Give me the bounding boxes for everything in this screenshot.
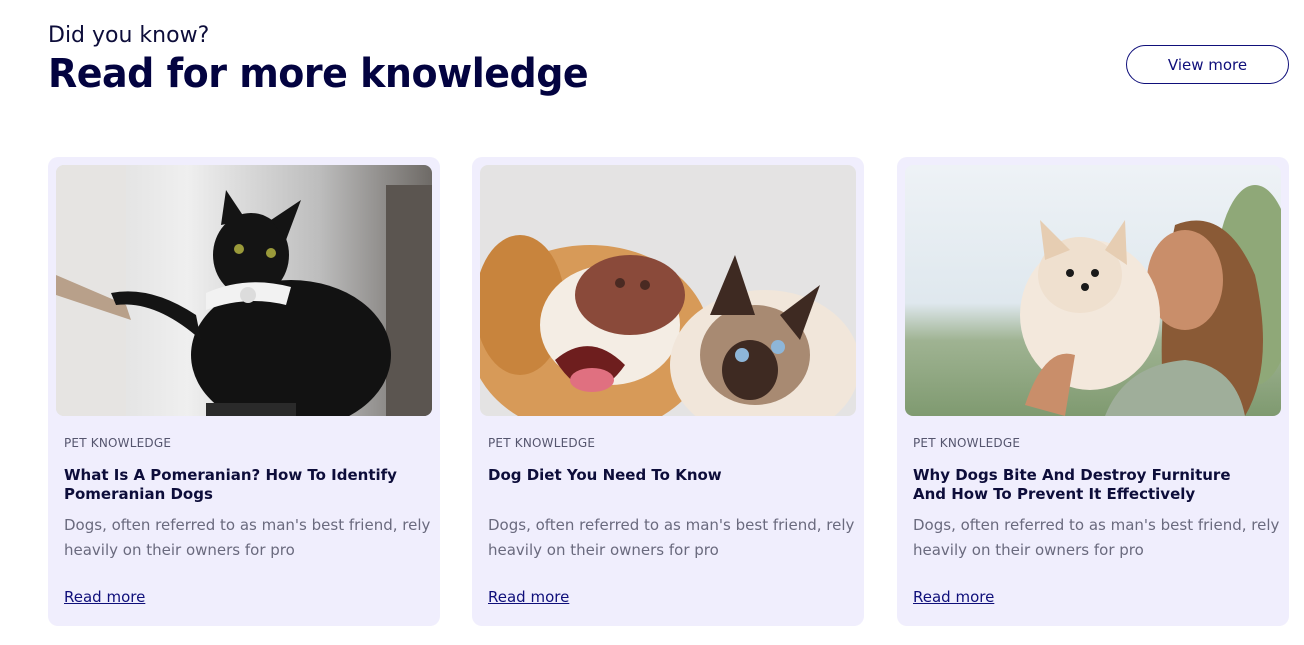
view-more-button[interactable]: View more [1126,45,1289,84]
read-more-link[interactable]: Read more [488,588,569,606]
card-title[interactable]: What Is A Pomeranian? How To Identify Po… [64,466,404,504]
article-card[interactable]: PET KNOWLEDGE Why Dogs Bite And Destroy … [897,157,1289,626]
card-category: PET KNOWLEDGE [488,436,596,450]
card-excerpt: Dogs, often referred to as man's best fr… [488,516,855,559]
section-eyebrow: Did you know? [48,23,210,48]
woman-kissing-pomeranian-photo[interactable] [905,165,1281,416]
card-title[interactable]: Why Dogs Bite And Destroy Furniture And … [913,466,1253,504]
card-category: PET KNOWLEDGE [64,436,172,450]
card-title[interactable]: Dog Diet You Need To Know [488,466,828,485]
card-category: PET KNOWLEDGE [913,436,1021,450]
black-cat-with-bow-tie-photo[interactable] [56,165,432,416]
card-excerpt: Dogs, often referred to as man's best fr… [64,516,431,559]
read-more-link[interactable]: Read more [64,588,145,606]
read-more-link[interactable]: Read more [913,588,994,606]
article-card[interactable]: PET KNOWLEDGE What Is A Pomeranian? How … [48,157,440,626]
section-title: Read for more knowledge [48,50,589,97]
card-excerpt: Dogs, often referred to as man's best fr… [913,516,1280,559]
article-card[interactable]: PET KNOWLEDGE Dog Diet You Need To Know … [472,157,864,626]
section-header: Did you know? Read for more knowledge [48,22,589,97]
dog-and-siamese-cat-photo[interactable] [480,165,856,416]
